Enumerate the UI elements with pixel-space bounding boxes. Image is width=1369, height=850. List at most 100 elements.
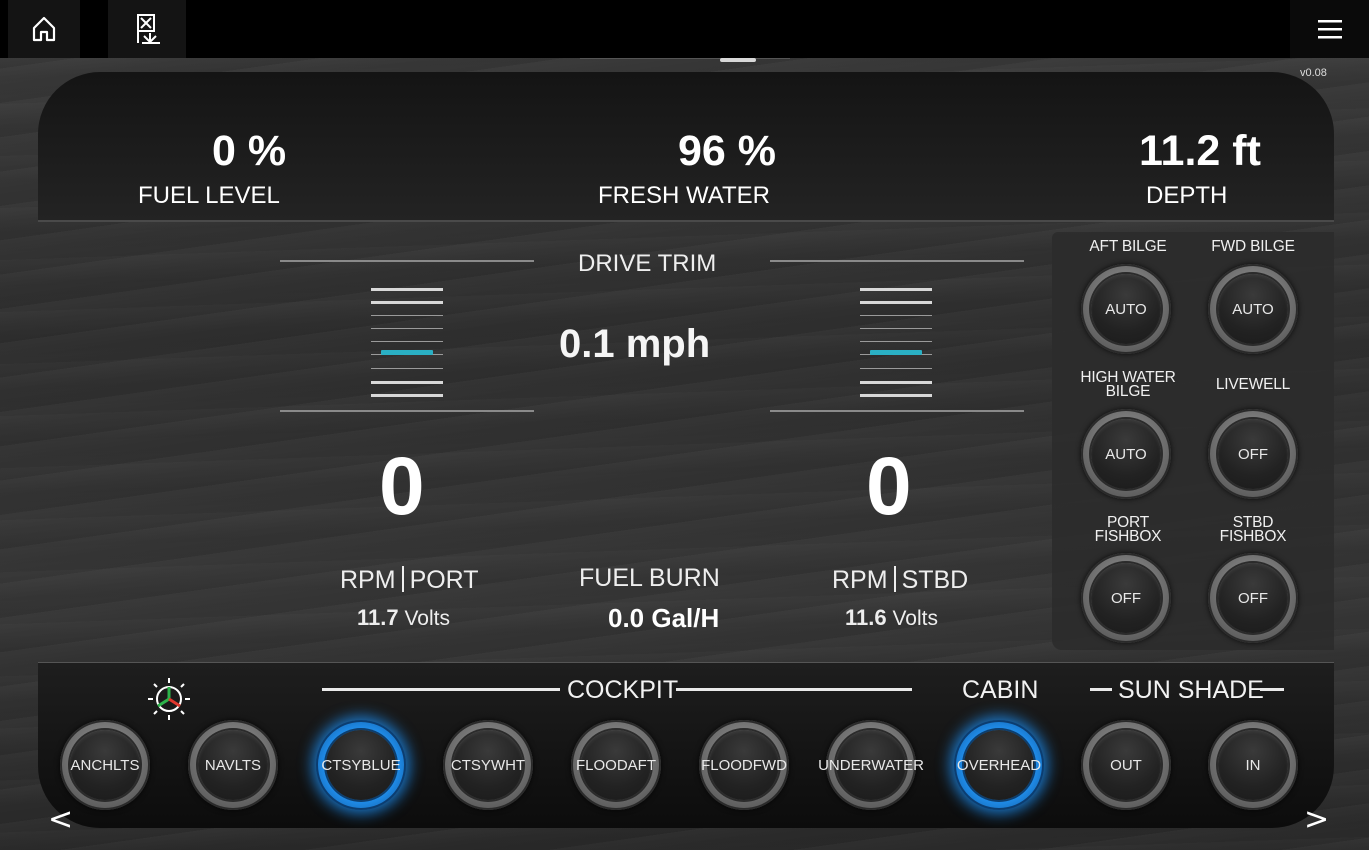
hamburger-menu-icon: [1317, 20, 1342, 39]
nav-lights-icon: [148, 678, 190, 720]
sunshade-out-label: OUT: [1091, 730, 1161, 800]
nav-lights-switch[interactable]: NAV LTS: [188, 720, 278, 810]
sunshade-group-label: SUN SHADE: [1118, 676, 1264, 704]
stbd-trim-gauge: [860, 288, 932, 398]
livewell-label: LIVEWELL: [1215, 376, 1291, 393]
sunshade-out-switch[interactable]: OUT: [1081, 720, 1171, 810]
port-volts: 11.7 Volts: [357, 605, 450, 631]
port-volts-unit: Volts: [404, 607, 450, 630]
port-trim-tick: [371, 327, 443, 329]
cockpit-rule-right: [676, 688, 912, 691]
port-trim-tick: [371, 341, 443, 342]
sunshade-in-label: IN: [1218, 730, 1288, 800]
man-overboard-icon: [137, 14, 160, 44]
port-fishbox-state: OFF: [1091, 563, 1161, 633]
stbd-trim-tick: [860, 314, 932, 316]
high-water-bilge-label: HIGH WATER BILGE: [1063, 370, 1193, 400]
stbd-side-label: STBD: [901, 566, 969, 594]
fuel-level-value: 0 %: [212, 127, 287, 175]
sunshade-rule-left: [1090, 688, 1112, 691]
anchor-lights-line1: ANCH: [70, 756, 114, 774]
stbd-fishbox-label: STBD FISHBOX: [1188, 515, 1318, 545]
courtesy-white-switch[interactable]: CTSY WHT: [443, 720, 533, 810]
stbd-fishbox-switch[interactable]: OFF: [1208, 553, 1298, 643]
nav-lights-line2: LTS: [234, 756, 262, 774]
stbd-volts-value: 11.6: [845, 605, 887, 630]
sunshade-in-switch[interactable]: IN: [1208, 720, 1298, 810]
port-fishbox-label-line2: FISHBOX: [1094, 528, 1162, 545]
port-trim-tick: [371, 367, 443, 369]
underwater-lights-line2: WATER: [871, 756, 924, 774]
anchor-lights-label: ANCH LTS: [70, 730, 140, 800]
stbd-label-separator: [893, 566, 896, 592]
trim-rule-left-bottom: [280, 410, 534, 412]
stbd-volts-unit: Volts: [892, 607, 938, 630]
fwd-bilge-switch[interactable]: AUTO: [1208, 264, 1298, 354]
flood-aft-line2: AFT: [627, 756, 657, 774]
flood-aft-label: FLOOD AFT: [576, 730, 656, 800]
next-page-arrow[interactable]: >: [1304, 802, 1329, 837]
port-rpm-unit: RPM: [340, 566, 396, 594]
flood-fwd-line2: FWD: [752, 756, 787, 774]
high-water-bilge-switch[interactable]: AUTO: [1081, 409, 1171, 499]
courtesy-white-line1: CTSY: [450, 756, 491, 774]
courtesy-blue-label: CTSY BLUE: [321, 730, 401, 800]
courtesy-blue-line1: CTSY: [321, 756, 362, 774]
port-trim-marker: [381, 349, 433, 355]
prev-page-arrow[interactable]: <: [48, 802, 73, 837]
port-trim-tick: [371, 380, 443, 384]
underwater-lights-label: UNDER WATER: [818, 730, 924, 800]
high-water-bilge-label-line2: BILGE: [1105, 383, 1151, 400]
port-trim-tick: [371, 301, 443, 305]
menu-button[interactable]: [1290, 0, 1369, 58]
stbd-rpm-value: 0: [866, 441, 912, 532]
cockpit-group-label: COCKPIT: [567, 676, 679, 704]
port-fishbox-label: PORT FISHBOX: [1063, 515, 1193, 545]
aft-bilge-label: AFT BILGE: [1089, 238, 1167, 255]
flood-fwd-switch[interactable]: FLOOD FWD: [699, 720, 789, 810]
livewell-state: OFF: [1218, 419, 1288, 489]
port-trim-gauge: [371, 288, 443, 398]
port-fishbox-switch[interactable]: OFF: [1081, 553, 1171, 643]
fresh-water-label: FRESH WATER: [598, 182, 770, 209]
stbd-trim-tick: [860, 380, 932, 384]
high-water-bilge-state: AUTO: [1091, 419, 1161, 489]
flood-aft-switch[interactable]: FLOOD AFT: [571, 720, 661, 810]
trim-rule-right-top: [770, 260, 1024, 262]
stbd-trim-marker: [870, 349, 922, 355]
stbd-rpm-label: RPM STBD: [832, 566, 968, 595]
pull-tab-handle[interactable]: [720, 58, 756, 62]
flood-aft-line1: FLOOD: [575, 756, 628, 774]
stbd-trim-tick: [860, 288, 932, 291]
speed-value: 0.1 mph: [559, 322, 711, 366]
livewell-switch[interactable]: OFF: [1208, 409, 1298, 499]
port-trim-tick: [371, 394, 443, 397]
sunshade-rule-right: [1260, 688, 1284, 691]
mob-button[interactable]: [108, 0, 186, 58]
stbd-trim-tick: [860, 327, 932, 329]
courtesy-white-line2: WHT: [490, 756, 526, 774]
aft-bilge-switch[interactable]: AUTO: [1081, 264, 1171, 354]
fuel-burn-value: 0.0 Gal/H: [608, 603, 720, 633]
stbd-rpm-unit: RPM: [832, 566, 888, 594]
overhead-lights-line1: OVER: [956, 756, 1000, 774]
stbd-fishbox-label-line2: FISHBOX: [1219, 528, 1287, 545]
overhead-lights-line2: HEAD: [999, 756, 1042, 774]
courtesy-blue-switch[interactable]: CTSY BLUE: [316, 720, 406, 810]
home-button[interactable]: [8, 0, 80, 58]
overhead-lights-switch[interactable]: OVER HEAD: [954, 720, 1044, 810]
underwater-lights-switch[interactable]: UNDER WATER: [818, 720, 924, 810]
stbd-trim-tick: [860, 394, 932, 397]
port-rpm-value: 0: [379, 441, 425, 532]
anchor-lights-switch[interactable]: ANCH LTS: [60, 720, 150, 810]
trim-rule-left-top: [280, 260, 534, 262]
depth-value: 11.2 ft: [1139, 127, 1261, 175]
flood-fwd-line1: FLOOD: [701, 756, 753, 774]
fwd-bilge-state: AUTO: [1218, 274, 1288, 344]
fwd-bilge-label: FWD BILGE: [1211, 238, 1295, 255]
fresh-water-value: 96 %: [678, 127, 777, 175]
stbd-volts: 11.6 Volts: [845, 605, 938, 631]
anchor-lights-line2: LTS: [113, 756, 140, 774]
stbd-fishbox-state: OFF: [1218, 563, 1288, 633]
home-icon: [32, 16, 56, 42]
